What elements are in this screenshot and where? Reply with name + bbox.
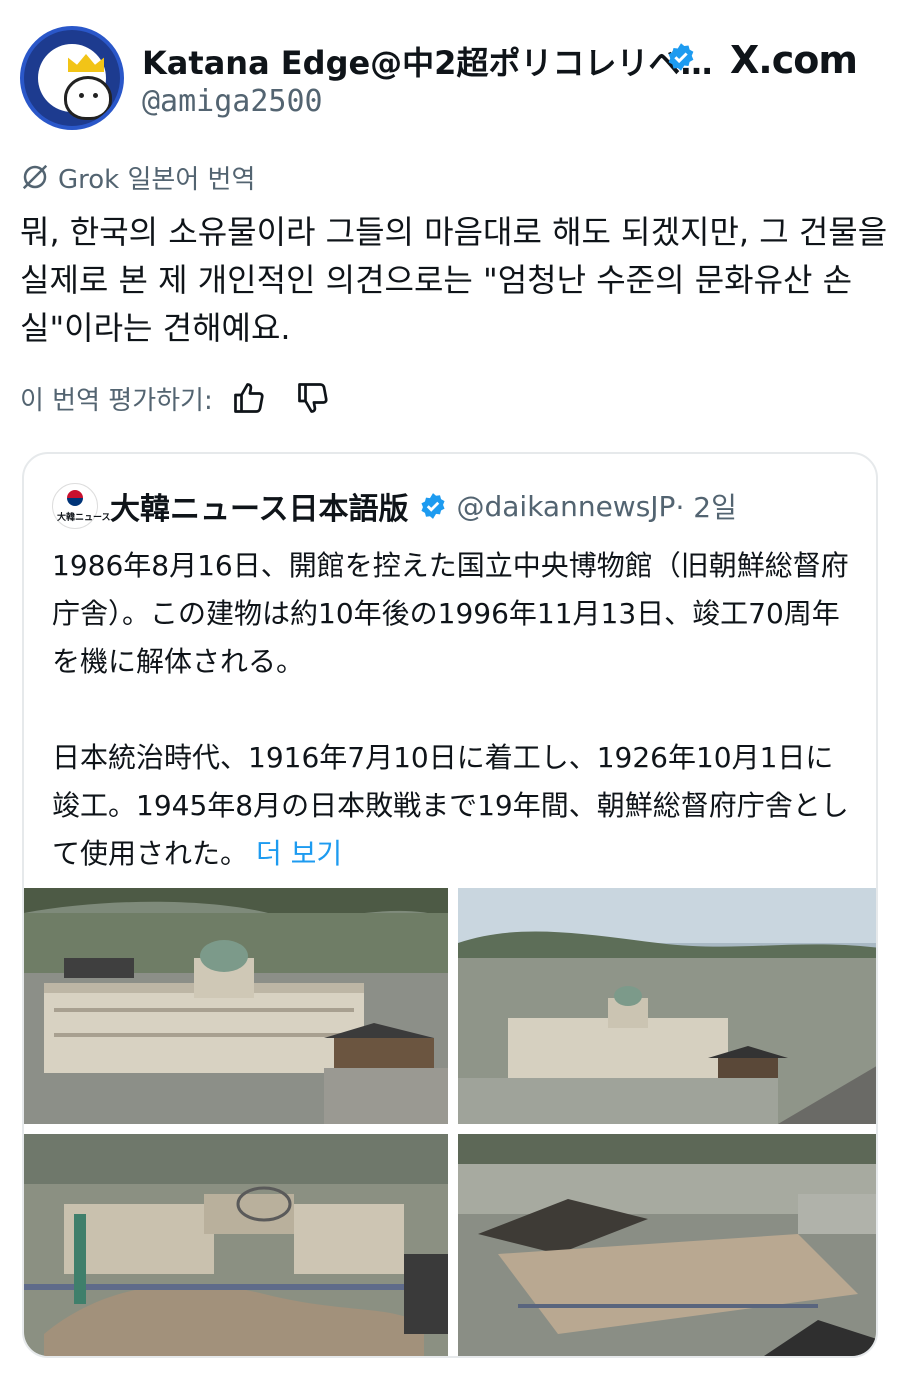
grok-translation-label: Grok 일본어 번역 <box>20 160 256 195</box>
photo-museum-aerial-2[interactable] <box>458 888 876 1124</box>
quoted-author-avatar[interactable]: 大韓ニュース <box>52 483 111 529</box>
verified-badge-icon <box>668 43 694 71</box>
quoted-tweet-time: · 2일 <box>675 491 737 524</box>
show-more-link[interactable]: 더 보기 <box>256 837 342 870</box>
quoted-author-name[interactable]: 大韓ニュース日本語版 <box>110 484 409 528</box>
photo-museum-aerial-1[interactable] <box>24 888 448 1124</box>
quoted-author-handle[interactable]: @daikannewsJP <box>457 490 676 523</box>
quoted-logo-text: 大韓ニュース <box>57 513 111 523</box>
face-icon <box>64 76 112 120</box>
author-display-name[interactable]: Katana Edge@中2超ポリコレリベ… <box>142 38 712 84</box>
avatar-inner <box>38 44 112 120</box>
photo-demolition-2[interactable] <box>458 1134 876 1356</box>
photo-demolition-1[interactable] <box>24 1134 448 1356</box>
quoted-paragraph-2: 日本統治時代、1916年7月10日に着工し、1926年10月1日に竣工。1945… <box>52 741 849 870</box>
photo-grid <box>24 888 876 1356</box>
quoted-tweet-text: 1986年8月16日、開館を控えた国立中央博物館（旧朝鮮総督府庁舎）。この建物は… <box>52 542 852 878</box>
quoted-tweet-card[interactable]: 大韓ニュース 大韓ニュース日本語版 @daikannewsJP · 2일 198… <box>22 452 878 1358</box>
quoted-tweet-header: 大韓ニュース 大韓ニュース日本語版 @daikannewsJP · 2일 <box>52 482 737 530</box>
quoted-paragraph-1: 1986年8月16日、開館を控えた国立中央博物館（旧朝鮮総督府庁舎）。この建物は… <box>52 549 849 678</box>
author-avatar[interactable] <box>20 26 124 130</box>
rate-translation-row: 이 번역 평가하기: <box>20 378 331 418</box>
tweet-header: Katana Edge@中2超ポリコレリベ… @amiga2500 X.com <box>0 0 900 150</box>
thumbs-up-icon[interactable] <box>231 380 267 416</box>
author-handle[interactable]: @amiga2500 <box>142 84 323 119</box>
translation-source: Grok 일본어 번역 <box>58 164 256 195</box>
thumbs-down-icon[interactable] <box>295 380 331 416</box>
translated-tweet-text: 뭐, 한국의 소유물이라 그들의 마음대로 해도 되겠지만, 그 건물을 실제로… <box>20 213 888 347</box>
site-label: X.com <box>730 38 858 82</box>
rate-translation-label: 이 번역 평가하기: <box>20 385 213 416</box>
taegeuk-icon <box>67 490 83 506</box>
grok-icon <box>22 164 48 190</box>
crown-icon <box>68 54 104 72</box>
verified-badge-icon <box>420 493 445 519</box>
